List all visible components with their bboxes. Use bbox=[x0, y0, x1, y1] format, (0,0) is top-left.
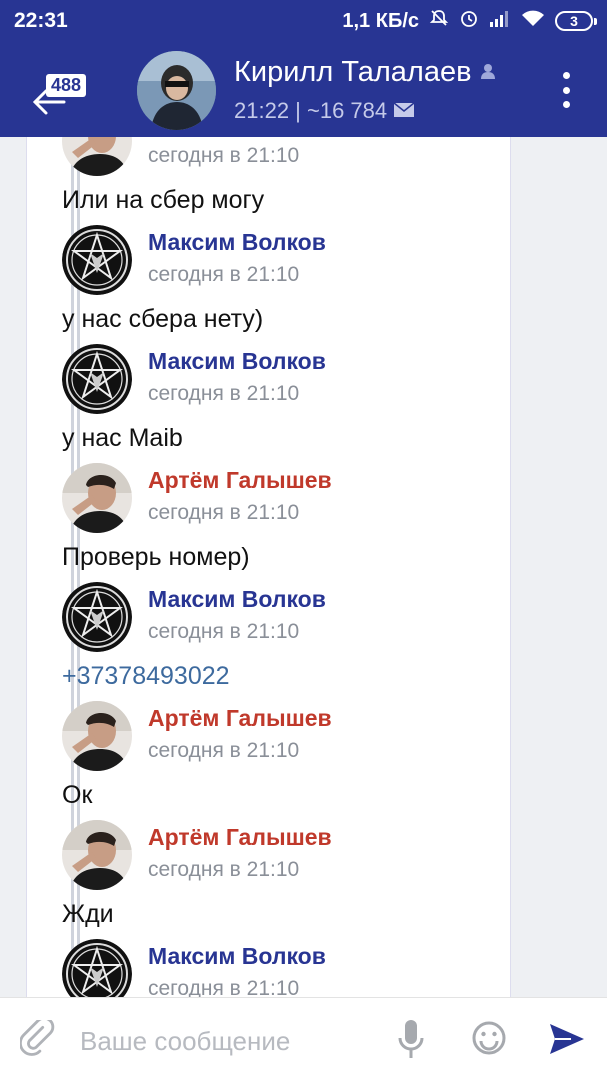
paperclip-icon[interactable] bbox=[18, 1016, 56, 1058]
message-time: сегодня в 21:10 bbox=[148, 382, 300, 405]
message-author[interactable]: Артём Галышев bbox=[148, 705, 332, 732]
message-author[interactable]: Максим Волков bbox=[148, 348, 326, 375]
message-author[interactable]: Максим Волков bbox=[148, 586, 326, 613]
unread-badge: 488 bbox=[46, 74, 87, 97]
envelope-icon bbox=[393, 98, 415, 123]
battery-level: 3 bbox=[570, 13, 578, 29]
message-text: у нас сбера нету) bbox=[62, 305, 264, 333]
message-time: сегодня в 21:10 bbox=[148, 977, 300, 997]
message-time: сегодня в 21:10 bbox=[148, 263, 300, 286]
message-input[interactable] bbox=[80, 1022, 380, 1060]
message-author[interactable]: Максим Волков bbox=[148, 943, 326, 970]
microphone-icon[interactable] bbox=[396, 1018, 426, 1060]
contact-subtitle: 21:22 | ~16 784 bbox=[234, 98, 415, 124]
status-bar: 22:31 1,1 КБ/с 3 bbox=[0, 0, 607, 42]
message-author[interactable]: Артём Галышев bbox=[148, 824, 332, 851]
emoji-icon[interactable] bbox=[471, 1020, 507, 1056]
contact-name-text: Кирилл Талалаев bbox=[234, 56, 472, 88]
message-time: сегодня в 21:10 bbox=[148, 620, 300, 643]
mute-icon bbox=[429, 8, 449, 34]
message-text: Или на сбер могу bbox=[62, 186, 265, 214]
back-button[interactable]: 488 bbox=[24, 64, 104, 124]
message-time: сегодня в 21:10 bbox=[148, 739, 300, 762]
message-text: Жди bbox=[62, 900, 114, 928]
message-time: сегодня в 21:10 bbox=[148, 858, 300, 881]
chat-area[interactable]: сегодня в 21:10 Или на сбер могу Максим Во… bbox=[0, 137, 607, 997]
message-author[interactable]: Артём Галышев bbox=[148, 467, 332, 494]
signal-icon bbox=[489, 9, 511, 33]
message-text: у нас Maib bbox=[62, 424, 183, 452]
status-indicators: 1,1 КБ/с 3 bbox=[342, 8, 597, 34]
pentagram-avatar[interactable] bbox=[62, 344, 132, 414]
message-author[interactable]: Максим Волков bbox=[148, 229, 326, 256]
contact-avatar[interactable] bbox=[137, 51, 216, 130]
chat-header: 488 Кирилл Талалаев 21:22 | ~16 784 bbox=[0, 42, 607, 137]
message-composer bbox=[0, 997, 607, 1080]
contact-subtitle-text: 21:22 | ~16 784 bbox=[234, 98, 388, 123]
wifi-icon bbox=[521, 9, 545, 33]
pentagram-avatar[interactable] bbox=[62, 225, 132, 295]
pentagram-avatar[interactable] bbox=[62, 582, 132, 652]
message-time: сегодня в 21:10 bbox=[148, 144, 300, 167]
status-time: 22:31 bbox=[14, 9, 68, 32]
alarm-icon bbox=[459, 8, 479, 34]
contact-name[interactable]: Кирилл Талалаев bbox=[234, 56, 500, 89]
phone-link[interactable]: +37378493022 bbox=[62, 662, 230, 691]
battery-icon: 3 bbox=[555, 11, 597, 31]
boy-avatar[interactable] bbox=[62, 701, 132, 771]
network-speed: 1,1 КБ/с bbox=[342, 9, 419, 32]
overflow-menu-icon[interactable] bbox=[561, 72, 571, 108]
friend-icon bbox=[480, 56, 500, 88]
boy-avatar[interactable] bbox=[62, 463, 132, 533]
message-time: сегодня в 21:10 bbox=[148, 501, 300, 524]
message-text: Проверь номер) bbox=[62, 543, 250, 571]
boy-avatar[interactable] bbox=[62, 820, 132, 890]
message-text: Ок bbox=[62, 781, 93, 809]
send-icon[interactable] bbox=[548, 1022, 586, 1056]
